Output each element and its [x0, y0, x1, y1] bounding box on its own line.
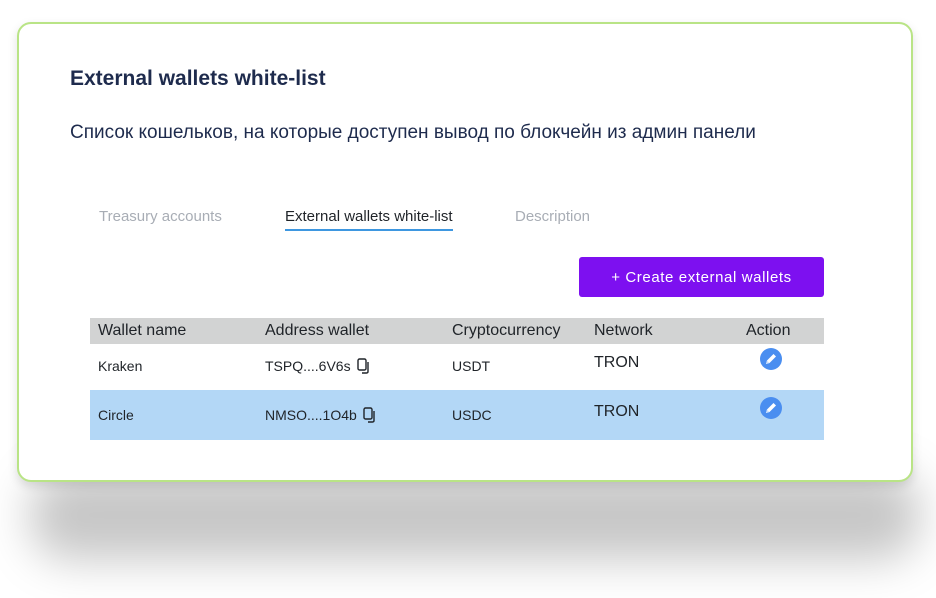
column-header-wallet-name: Wallet name [98, 322, 187, 339]
create-external-wallets-button[interactable]: + Create external wallets [579, 257, 824, 297]
wallets-table: Wallet name Address wallet Cryptocurrenc… [90, 318, 824, 440]
column-header-action: Action [746, 322, 791, 339]
page-subtitle: Список кошельков, на которые доступен вы… [70, 122, 756, 143]
card-shadow [30, 470, 920, 560]
edit-wallet-button[interactable] [760, 397, 782, 419]
wallet-address: NMSO....1O4b [265, 407, 377, 423]
column-header-cryptocurrency: Cryptocurrency [452, 322, 561, 339]
edit-wallet-button[interactable] [760, 348, 782, 370]
column-header-network: Network [594, 322, 653, 339]
column-header-address: Address wallet [265, 322, 370, 339]
wallet-name: Kraken [98, 358, 143, 374]
tab-external-wallets[interactable]: External wallets white-list [285, 208, 453, 231]
table-row[interactable]: Kraken TSPQ....6V6s USDT TRON [90, 344, 824, 390]
wallet-network: TRON [594, 354, 640, 371]
tab-description[interactable]: Description [515, 208, 590, 225]
pencil-icon [766, 403, 776, 413]
copy-icon[interactable] [363, 407, 377, 423]
wallet-address-text: TSPQ....6V6s [265, 358, 351, 374]
wallet-cryptocurrency: USDT [452, 358, 491, 374]
wallet-address: TSPQ....6V6s [265, 358, 371, 374]
wallets-card: External wallets white-list Список кошел… [17, 22, 913, 482]
table-header: Wallet name Address wallet Cryptocurrenc… [90, 318, 824, 344]
wallet-cryptocurrency: USDC [452, 407, 492, 423]
wallet-name: Circle [98, 407, 134, 423]
copy-icon[interactable] [356, 358, 371, 374]
wallet-address-text: NMSO....1O4b [265, 407, 357, 423]
tab-treasury-accounts[interactable]: Treasury accounts [99, 208, 222, 225]
wallet-network: TRON [594, 403, 640, 420]
table-row[interactable]: Circle NMSO....1O4b USDC TRON [90, 390, 824, 440]
page: External wallets white-list Список кошел… [0, 0, 936, 598]
pencil-icon [766, 354, 776, 364]
page-title: External wallets white-list [70, 67, 326, 90]
